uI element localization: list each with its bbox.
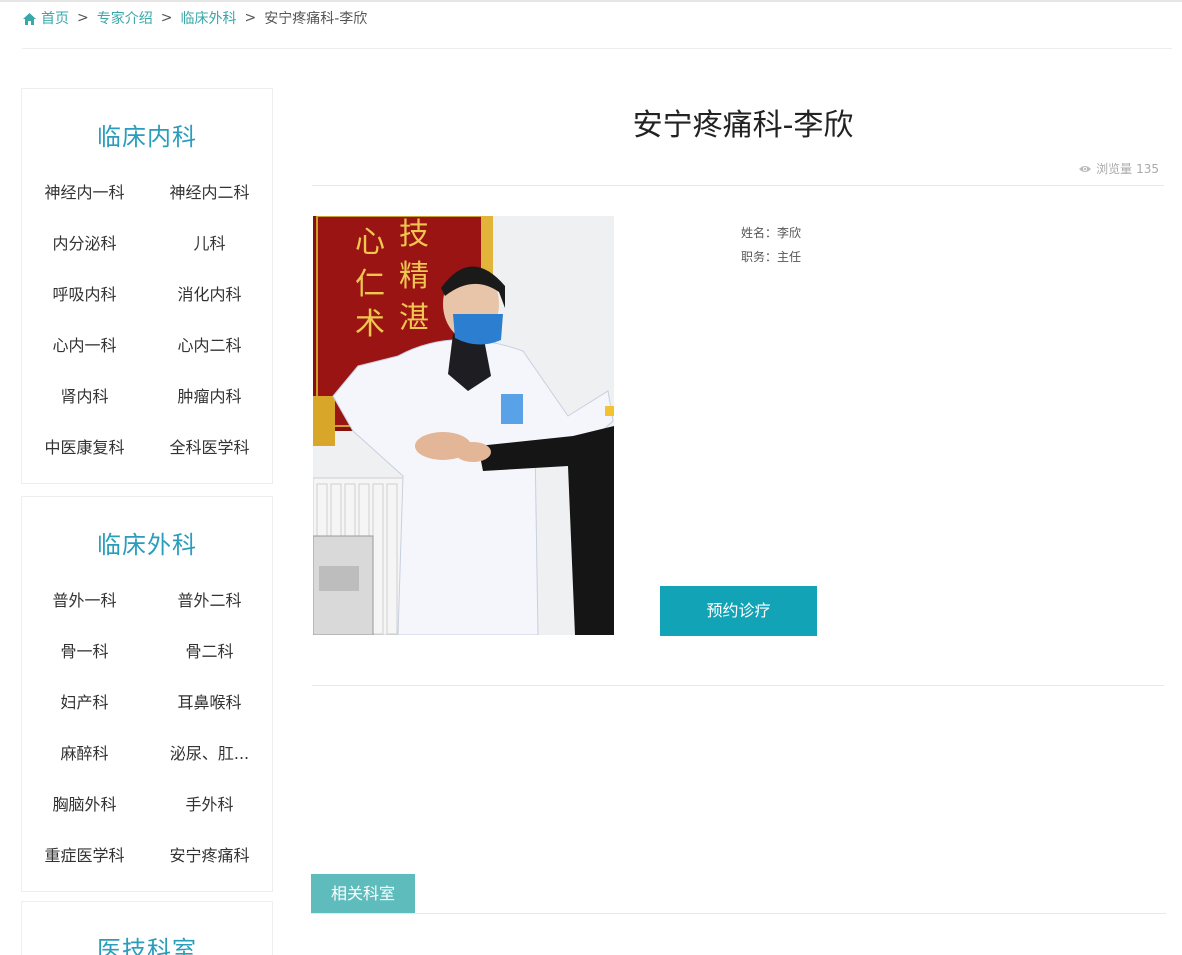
sidebar-item-surgical[interactable]: 安宁疼痛科 [147, 835, 272, 886]
sidebar-item-surgical[interactable]: 麻醉科 [22, 733, 147, 784]
view-count: 浏览量 135 [1079, 160, 1159, 177]
banner-character: 仁 [355, 267, 385, 302]
top-border [0, 0, 1182, 2]
banner-character: 技 [399, 217, 429, 252]
sidebar-item-surgical[interactable]: 骨一科 [22, 631, 147, 682]
sidebar-item-internal[interactable]: 呼吸内科 [22, 274, 147, 325]
doctor-photo: 心 仁 术 技 精 湛 [313, 216, 614, 635]
sidebar-item-surgical[interactable]: 胸脑外科 [22, 784, 147, 835]
sidebar-item-internal[interactable]: 消化内科 [147, 274, 272, 325]
breadcrumb-separator: > [160, 10, 173, 26]
sidebar-item-internal[interactable]: 神经内二科 [147, 172, 272, 223]
sidebar-item-surgical[interactable]: 耳鼻喉科 [147, 682, 272, 733]
title-divider [312, 185, 1164, 186]
sidebar-item-surgical[interactable]: 妇产科 [22, 682, 147, 733]
home-icon [23, 13, 36, 25]
breadcrumb-department-link[interactable]: 临床外科 [180, 8, 236, 28]
breadcrumb-divider [22, 48, 1172, 49]
sidebar-item-internal[interactable]: 神经内一科 [22, 172, 147, 223]
panel-title-tech: 医技科室 [97, 936, 197, 955]
sidebar-item-surgical[interactable]: 手外科 [147, 784, 272, 835]
sidebar-panel-internal: 临床内科 神经内一科 神经内二科 内分泌科 儿科 呼吸内科 消化内科 心内一科 … [21, 88, 273, 484]
banner-character: 精 [399, 259, 429, 294]
breadcrumb: 首页 > 专家介绍 > 临床外科 > 安宁疼痛科-李欣 [23, 8, 367, 28]
sidebar-item-surgical[interactable]: 骨二科 [147, 631, 272, 682]
panel-title-internal: 临床内科 [97, 123, 197, 151]
breadcrumb-separator: > [77, 10, 89, 26]
view-count-value: 135 [1136, 161, 1159, 176]
sidebar-item-internal[interactable]: 心内一科 [22, 325, 147, 376]
doctor-info: 姓名：李欣 职务：主任 [741, 221, 801, 269]
banner-character: 心 [355, 225, 385, 260]
content-divider [312, 685, 1164, 686]
sidebar-item-internal[interactable]: 全科医学科 [147, 427, 272, 478]
sidebar-item-internal[interactable]: 内分泌科 [22, 223, 147, 274]
eye-icon [1079, 165, 1092, 172]
sidebar-item-internal[interactable]: 肿瘤内科 [147, 376, 272, 427]
view-count-label: 浏览量 [1096, 162, 1133, 176]
sidebar-item-surgical[interactable]: 普外一科 [22, 580, 147, 631]
breadcrumb-current: 安宁疼痛科-李欣 [264, 11, 368, 27]
tab-divider [311, 913, 1166, 914]
breadcrumb-experts-link[interactable]: 专家介绍 [97, 8, 153, 28]
sidebar-item-internal[interactable]: 儿科 [147, 223, 272, 274]
panel-title-surgical: 临床外科 [97, 531, 197, 559]
doctor-name: 姓名：李欣 [741, 226, 802, 240]
sidebar-item-surgical[interactable]: 泌尿、肛... [147, 733, 272, 784]
sidebar-item-surgical[interactable]: 重症医学科 [22, 835, 147, 886]
sidebar-panel-tech: 医技科室 [21, 901, 273, 955]
sidebar-item-internal[interactable]: 心内二科 [147, 325, 272, 376]
banner-character: 湛 [399, 301, 429, 336]
book-appointment-button[interactable]: 预约诊疗 [660, 586, 817, 636]
page-title: 安宁疼痛科-李欣 [632, 108, 854, 143]
breadcrumb-separator: > [244, 10, 257, 26]
sidebar-item-internal[interactable]: 肾内科 [22, 376, 147, 427]
tab-related-departments[interactable]: 相关科室 [311, 874, 415, 914]
sidebar-item-internal[interactable]: 中医康复科 [22, 427, 147, 478]
sidebar-panel-surgical: 临床外科 普外一科 普外二科 骨一科 骨二科 妇产科 耳鼻喉科 麻醉科 泌尿、肛… [21, 496, 273, 892]
sidebar-item-surgical[interactable]: 普外二科 [147, 580, 272, 631]
breadcrumb-home-link[interactable]: 首页 [41, 8, 69, 28]
banner-character: 术 [355, 307, 385, 342]
doctor-position: 职务：主任 [741, 250, 802, 264]
